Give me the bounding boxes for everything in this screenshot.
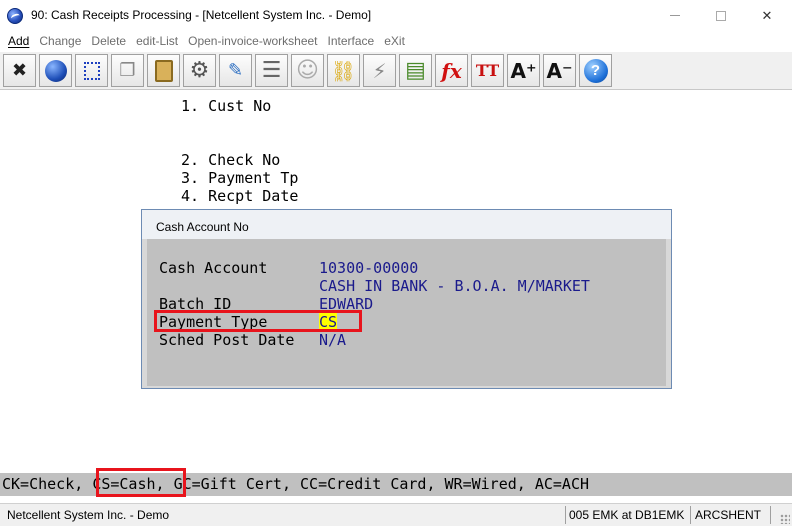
app-globe-icon[interactable] (7, 8, 23, 24)
select-toolbar-button[interactable] (75, 54, 108, 87)
close-x-icon: ✖ (11, 59, 28, 81)
globe-toolbar-button[interactable] (39, 54, 72, 87)
dialog-title: Cash Account No (156, 220, 249, 234)
hint-before: CK=Check, (2, 475, 93, 493)
font-increase-icon: A⁺ (510, 58, 537, 83)
menu-change[interactable]: Change (39, 34, 81, 48)
list-toolbar-button[interactable]: ☰ (255, 54, 288, 87)
exit-toolbar-button[interactable]: ✖ (3, 54, 36, 87)
window-title: 90: Cash Receipts Processing - [Netcelle… (31, 8, 372, 22)
font-decrease-toolbar-button[interactable]: A⁻ (543, 54, 576, 87)
close-button[interactable]: ✕ (744, 0, 790, 31)
copy-icon: ❐ (119, 59, 136, 81)
status-separator (565, 506, 566, 524)
dialog-title-bar: Cash Account No (142, 210, 671, 239)
list-icon: ☰ (261, 57, 282, 83)
menu-exit[interactable]: eXit (384, 34, 405, 48)
select-box-icon (83, 61, 100, 80)
copy-toolbar-button[interactable]: ❐ (111, 54, 144, 87)
edit-window-toolbar-button[interactable]: ✎ (219, 54, 252, 87)
status-app-code: ARCSHENT (695, 508, 762, 522)
payment-type-highlight-box (154, 310, 362, 332)
field-recpt-date-label: 4. Recpt Date (181, 187, 299, 205)
hint-after: GC=Gift Cert, CC=Credit Card, WR=Wired, … (164, 475, 590, 493)
status-separator (690, 506, 691, 524)
font-increase-toolbar-button[interactable]: A⁺ (507, 54, 540, 87)
cash-account-dialog: Cash Account No Cash Account 10300-00000… (141, 209, 672, 389)
menu-interface[interactable]: Interface (328, 34, 375, 48)
form-icon: ▤ (405, 57, 426, 83)
close-icon: ✕ (761, 7, 773, 23)
help-toolbar-button[interactable]: ? (579, 54, 612, 87)
menu-add[interactable]: Add (8, 34, 29, 48)
paste-icon (154, 59, 173, 82)
link-toolbar-button[interactable]: ⛓ (327, 54, 360, 87)
text-size-toolbar-button[interactable]: TT (471, 54, 504, 87)
cash-account-label: Cash Account (159, 259, 268, 277)
menu-edit-list[interactable]: edit-List (136, 34, 178, 48)
text-size-icon: TT (475, 60, 500, 80)
paste-toolbar-button[interactable] (147, 54, 180, 87)
settings-icon: ⚙ (189, 57, 210, 83)
sched-post-date-value: N/A (319, 331, 347, 349)
hint-text: CK=Check, CS=Cash, GC=Gift Cert, CC=Cred… (2, 475, 589, 493)
maximize-button[interactable] (698, 0, 744, 31)
cash-account-description: CASH IN BANK - B.O.A. M/MARKET (319, 277, 590, 295)
cash-account-value: 10300-00000 (319, 259, 419, 277)
menu-delete[interactable]: Delete (91, 34, 126, 48)
function-fx-icon: fx (441, 58, 462, 83)
menu-open-invoice-worksheet[interactable]: Open-invoice-worksheet (188, 34, 317, 48)
edit-window-icon: ✎ (227, 59, 244, 81)
status-company: Netcellent System Inc. - Demo (7, 508, 170, 522)
maximize-icon (716, 10, 726, 21)
chain-link-icon: ⛓ (330, 58, 357, 83)
toolbar: ✖ ❐ ⚙ ✎ ☰ ☺ ⛓ ⚡ ▤ fx TT A⁺ A⁻ ? (0, 52, 792, 90)
users-toolbar-button[interactable]: ☺ (291, 54, 324, 87)
field-cust-no-label: 1. Cust No (181, 97, 272, 115)
menu-bar: Add Change Delete edit-List Open-invoice… (0, 31, 792, 51)
resize-grip-icon[interactable] (780, 514, 790, 524)
status-bar: Netcellent System Inc. - Demo 005 EMK at… (0, 503, 792, 526)
field-check-no-label: 2. Check No (181, 151, 281, 169)
users-icon: ☺ (296, 57, 319, 83)
lightning-icon: ⚡ (372, 58, 387, 83)
help-icon: ? (583, 58, 608, 83)
globe-icon (44, 59, 67, 82)
function-toolbar-button[interactable]: fx (435, 54, 468, 87)
sched-post-date-label: Sched Post Date (159, 331, 295, 349)
minimize-icon (670, 15, 680, 16)
lightning-toolbar-button[interactable]: ⚡ (363, 54, 396, 87)
form-toolbar-button[interactable]: ▤ (399, 54, 432, 87)
font-decrease-icon: A⁻ (546, 58, 573, 83)
minimize-button[interactable] (652, 0, 698, 31)
cash-option-highlight-box (96, 468, 186, 497)
status-session: 005 EMK at DB1EMK (569, 508, 685, 522)
settings-toolbar-button[interactable]: ⚙ (183, 54, 216, 87)
status-separator (770, 506, 771, 524)
field-payment-tp-label: 3. Payment Tp (181, 169, 299, 187)
title-bar: 90: Cash Receipts Processing - [Netcelle… (0, 0, 792, 31)
